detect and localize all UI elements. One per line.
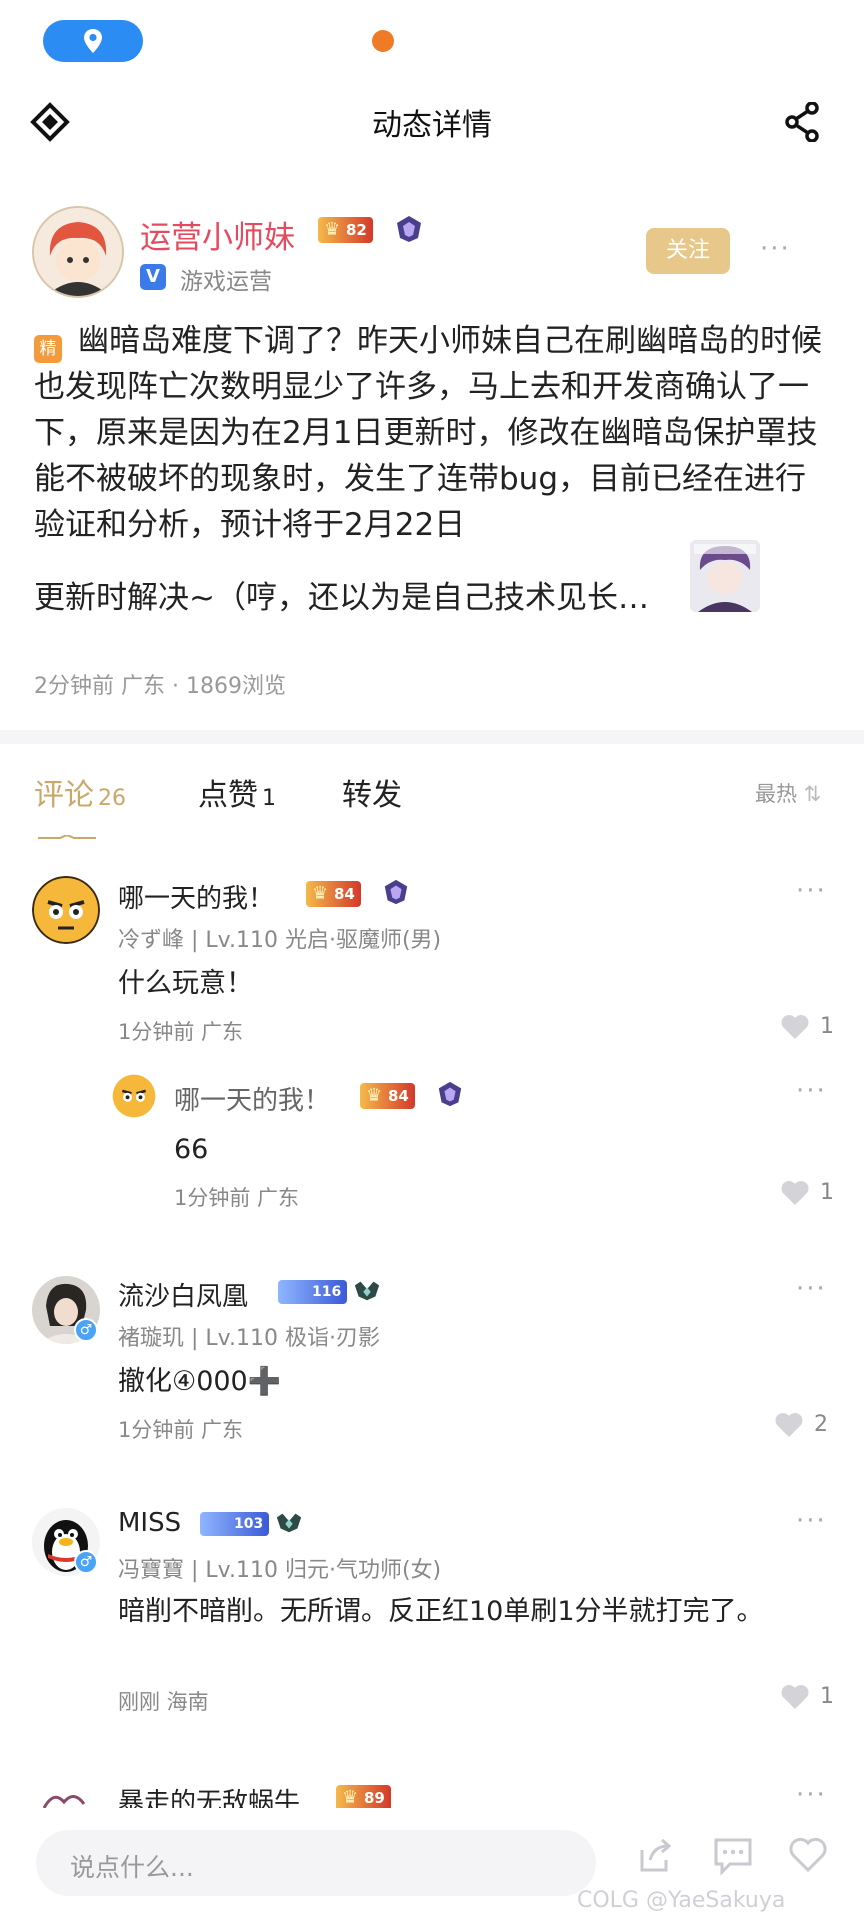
author-role: 游戏运营: [180, 269, 272, 295]
comment-more-icon[interactable]: ···: [796, 876, 827, 906]
comment-more-icon[interactable]: ···: [796, 1780, 827, 1810]
like-button[interactable]: 1: [780, 1014, 834, 1040]
commenter-name[interactable]: 哪一天的我！: [118, 878, 274, 915]
rank-emblem-icon: [382, 878, 412, 908]
level-badge: 84: [360, 1083, 415, 1109]
gender-male-icon: ♂: [74, 1550, 98, 1574]
heart-icon: [781, 1181, 809, 1205]
level-badge: 82: [318, 217, 373, 243]
tab-likes-label: 点赞: [198, 778, 258, 813]
commenter-sub: 冷ず峰 | Lv.110 光启·驱魔师(男): [118, 928, 442, 953]
like-count: 1: [820, 1180, 834, 1205]
reply-meta: 1分钟前 广东: [174, 1186, 300, 1210]
tab-comments-label: 评论: [34, 778, 94, 813]
location-pill[interactable]: [43, 20, 143, 62]
reply-name[interactable]: 哪一天的我！: [174, 1080, 330, 1117]
commenter-sub: 褚璇玑 | Lv.110 极诣·刃影: [118, 1326, 380, 1351]
commenter-sub: 冯寶寶 | Lv.110 归元·气功师(女): [118, 1558, 442, 1583]
like-button[interactable]: 1: [780, 1684, 834, 1710]
like-count: 1: [820, 1014, 834, 1039]
rank-emblem-icon: [352, 1276, 382, 1306]
share-icon[interactable]: [784, 101, 820, 146]
heart-icon: [775, 1413, 803, 1437]
gender-male-icon: ♂: [74, 1318, 98, 1342]
tab-likes[interactable]: 点赞 1: [198, 770, 276, 814]
heart-icon: [781, 1015, 809, 1039]
comment-body: 撤化④000➕: [118, 1366, 282, 1397]
comment-input-placeholder: 说点什么...: [70, 1853, 194, 1882]
sticker-image[interactable]: [690, 540, 760, 612]
commenter-name[interactable]: MISS: [118, 1508, 181, 1538]
comment-input[interactable]: 说点什么...: [36, 1830, 596, 1896]
tab-comments[interactable]: 评论 26: [34, 770, 126, 814]
tab-comments-count: 26: [98, 786, 126, 811]
sort-arrows-icon: ⇅: [803, 782, 822, 806]
like-button[interactable]: 1: [780, 1180, 834, 1206]
location-pin-icon: [84, 29, 102, 53]
reply-avatar[interactable]: [112, 1074, 156, 1118]
level-badge: 84: [306, 881, 361, 907]
watermark: COLG @YaeSakuya: [577, 1888, 786, 1913]
post-text-tail: 更新时解决~（哼，还以为是自己技术见长…: [34, 580, 649, 616]
rank-emblem-icon: [394, 214, 424, 244]
rank-emblem-icon: [436, 1080, 466, 1110]
comment-body: 什么玩意！: [118, 968, 253, 999]
verified-icon: V: [140, 264, 166, 290]
section-divider: [0, 730, 864, 744]
author-avatar[interactable]: [32, 206, 124, 298]
tab-reposts-label: 转发: [342, 778, 402, 813]
comment-meta: 刚刚 海南: [118, 1690, 209, 1714]
comment-meta: 1分钟前 广东: [118, 1418, 244, 1442]
comment-icon[interactable]: [712, 1836, 754, 1880]
featured-badge: 精: [34, 335, 62, 363]
like-count: 2: [814, 1412, 828, 1437]
comment-more-icon[interactable]: ···: [796, 1506, 827, 1536]
tab-reposts[interactable]: 转发: [342, 770, 402, 814]
page-title: 动态详情: [372, 108, 492, 143]
like-count: 1: [820, 1684, 834, 1709]
post-meta: 2分钟前 广东 · 1869浏览: [34, 674, 286, 699]
more-options-icon[interactable]: ···: [760, 234, 791, 264]
follow-button[interactable]: 关注: [646, 228, 730, 274]
comment-more-icon[interactable]: ···: [796, 1274, 827, 1304]
commenter-avatar[interactable]: [32, 876, 100, 944]
reply-more-icon[interactable]: ···: [796, 1076, 827, 1106]
sort-label: 最热: [755, 782, 797, 806]
tab-active-underline: [38, 826, 96, 839]
commenter-name[interactable]: 流沙白凤凰: [118, 1276, 248, 1313]
like-button[interactable]: 2: [774, 1412, 828, 1438]
post-text: 幽暗岛难度下调了？昨天小师妹自己在刷幽暗岛的时候也发现阵亡次数明显少了许多，马上…: [34, 323, 822, 543]
sort-toggle[interactable]: 最热 ⇅: [755, 778, 821, 808]
rank-emblem-icon: [274, 1508, 304, 1538]
repost-icon[interactable]: [636, 1836, 676, 1880]
comment-meta: 1分钟前 广东: [118, 1020, 244, 1044]
tab-likes-count: 1: [262, 786, 276, 811]
like-post-icon[interactable]: [788, 1836, 828, 1878]
recording-dot-icon: [372, 30, 394, 52]
heart-icon: [781, 1685, 809, 1709]
reply-body: 66: [174, 1134, 209, 1165]
level-badge: 103: [200, 1512, 270, 1536]
comment-body: 暗削不暗削。无所谓。反正红10单刷1分半就打完了。: [118, 1596, 764, 1627]
level-badge: 116: [278, 1280, 348, 1304]
author-name[interactable]: 运营小师妹: [140, 212, 295, 257]
